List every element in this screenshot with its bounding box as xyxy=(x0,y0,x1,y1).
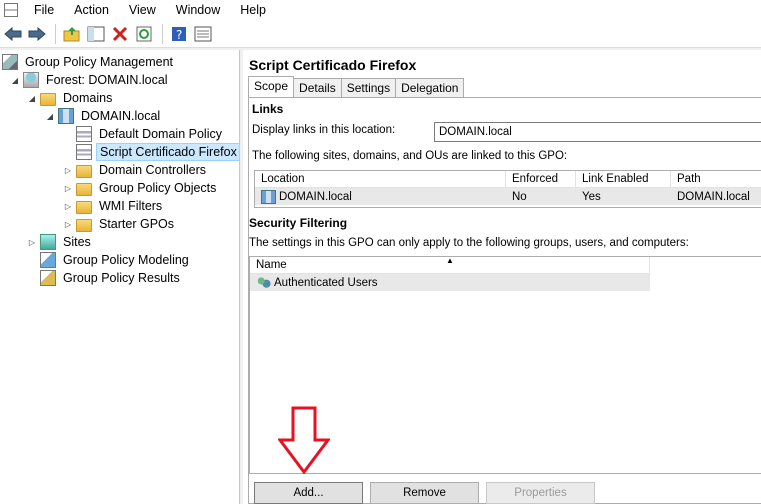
security-filtering-heading: Security Filtering xyxy=(249,216,348,230)
red-down-arrow-icon xyxy=(278,406,330,474)
column-name[interactable]: Name ▲ xyxy=(250,256,650,274)
menu-bar: File Action View Window Help xyxy=(0,0,761,20)
show-hide-tree-icon[interactable] xyxy=(85,23,107,45)
up-folder-icon[interactable] xyxy=(61,23,83,45)
sites-icon xyxy=(40,234,56,250)
tree-item-gpm[interactable]: Group Policy Management xyxy=(2,53,176,71)
back-icon[interactable] xyxy=(2,23,24,45)
modeling-icon xyxy=(40,252,56,268)
collapse-icon[interactable]: ◢ xyxy=(27,94,37,103)
link-location-cell: DOMAIN.local xyxy=(255,188,506,205)
properties-button[interactable]: Properties xyxy=(486,482,595,504)
tree-item-group-policy-objects[interactable]: ▷ Group Policy Objects xyxy=(63,179,219,197)
tab-delegation[interactable]: Delegation xyxy=(395,78,465,97)
column-enforced[interactable]: Enforced xyxy=(506,171,576,188)
list-item[interactable]: Authenticated Users xyxy=(250,274,650,291)
menu-window[interactable]: Window xyxy=(166,0,230,20)
domain-icon xyxy=(261,189,276,204)
expand-icon[interactable]: ▷ xyxy=(63,166,73,175)
tree-item-domain-controllers[interactable]: ▷ Domain Controllers xyxy=(63,161,209,179)
expand-icon[interactable]: ▷ xyxy=(63,184,73,193)
column-link-enabled[interactable]: Link Enabled xyxy=(576,171,671,188)
svg-text:?: ? xyxy=(176,28,182,42)
expand-icon[interactable]: ▷ xyxy=(63,220,73,229)
tree-item-starter-gpos[interactable]: ▷ Starter GPOs xyxy=(63,215,177,233)
tree-item-forest[interactable]: ◢ Forest: DOMAIN.local xyxy=(10,71,171,89)
tree-item-domains[interactable]: ◢ Domains xyxy=(27,89,115,107)
app-icon xyxy=(4,3,18,17)
gpo-link-icon xyxy=(76,144,92,160)
forest-icon xyxy=(23,72,39,88)
security-filtering-description: The settings in this GPO can only apply … xyxy=(249,237,689,249)
expand-icon[interactable]: ▷ xyxy=(27,238,37,247)
folder-icon xyxy=(40,92,56,106)
link-enforced-cell: No xyxy=(506,188,576,205)
column-path[interactable]: Path xyxy=(671,171,761,188)
display-links-label: Display links in this location: xyxy=(252,124,396,136)
console-tree: Group Policy Management ◢ Forest: DOMAIN… xyxy=(0,50,240,504)
collapse-icon[interactable]: ◢ xyxy=(10,76,20,85)
links-table: Location Enforced Link Enabled Path DOMA… xyxy=(254,170,761,208)
menu-view[interactable]: View xyxy=(119,0,166,20)
folder-icon xyxy=(76,182,92,196)
tree-item-script-certificado-firefox[interactable]: Script Certificado Firefox xyxy=(76,143,239,161)
links-heading: Links xyxy=(252,102,284,116)
help-icon[interactable]: ? xyxy=(168,23,190,45)
tree-item-default-domain-policy[interactable]: Default Domain Policy xyxy=(76,125,225,143)
ou-folder-icon xyxy=(76,164,92,178)
menu-action[interactable]: Action xyxy=(64,0,119,20)
collapse-icon[interactable]: ◢ xyxy=(45,112,55,121)
tab-details[interactable]: Details xyxy=(293,78,342,97)
tab-settings[interactable]: Settings xyxy=(340,78,397,97)
linked-description: The following sites, domains, and OUs ar… xyxy=(252,150,568,162)
menu-help[interactable]: Help xyxy=(230,0,276,20)
link-enabled-cell: Yes xyxy=(576,188,671,205)
tab-scope[interactable]: Scope xyxy=(248,76,295,97)
folder-icon xyxy=(76,218,92,232)
refresh-icon[interactable] xyxy=(133,23,155,45)
sort-ascending-icon: ▲ xyxy=(446,256,454,265)
menu-file[interactable]: File xyxy=(24,0,64,20)
gpo-title: Script Certificado Firefox xyxy=(249,57,417,73)
tree-item-group-policy-modeling[interactable]: Group Policy Modeling xyxy=(40,251,192,269)
link-path-cell: DOMAIN.local xyxy=(671,188,761,205)
gpm-icon xyxy=(2,54,18,70)
toolbar-separator xyxy=(55,23,56,44)
properties-icon[interactable] xyxy=(192,23,214,45)
add-button[interactable]: Add... xyxy=(254,482,363,504)
tree-item-domain[interactable]: ◢ DOMAIN.local xyxy=(45,107,163,125)
folder-icon xyxy=(76,200,92,214)
users-group-icon xyxy=(256,275,271,290)
display-links-location-field[interactable]: DOMAIN.local xyxy=(434,122,761,142)
remove-button[interactable]: Remove xyxy=(370,482,479,504)
expand-icon[interactable]: ▷ xyxy=(63,202,73,211)
tree-item-wmi-filters[interactable]: ▷ WMI Filters xyxy=(63,197,165,215)
toolbar-separator xyxy=(162,23,163,44)
domain-icon xyxy=(58,108,74,124)
tree-item-group-policy-results[interactable]: Group Policy Results xyxy=(40,269,183,287)
tab-strip: Scope Details Settings Delegation xyxy=(248,76,465,97)
delete-icon[interactable] xyxy=(109,23,131,45)
column-location[interactable]: Location xyxy=(255,171,506,188)
gpo-link-icon xyxy=(76,126,92,142)
forward-icon[interactable] xyxy=(26,23,48,45)
results-icon xyxy=(40,270,56,286)
toolbar: ? xyxy=(0,20,761,48)
tree-item-sites[interactable]: ▷ Sites xyxy=(27,233,94,251)
